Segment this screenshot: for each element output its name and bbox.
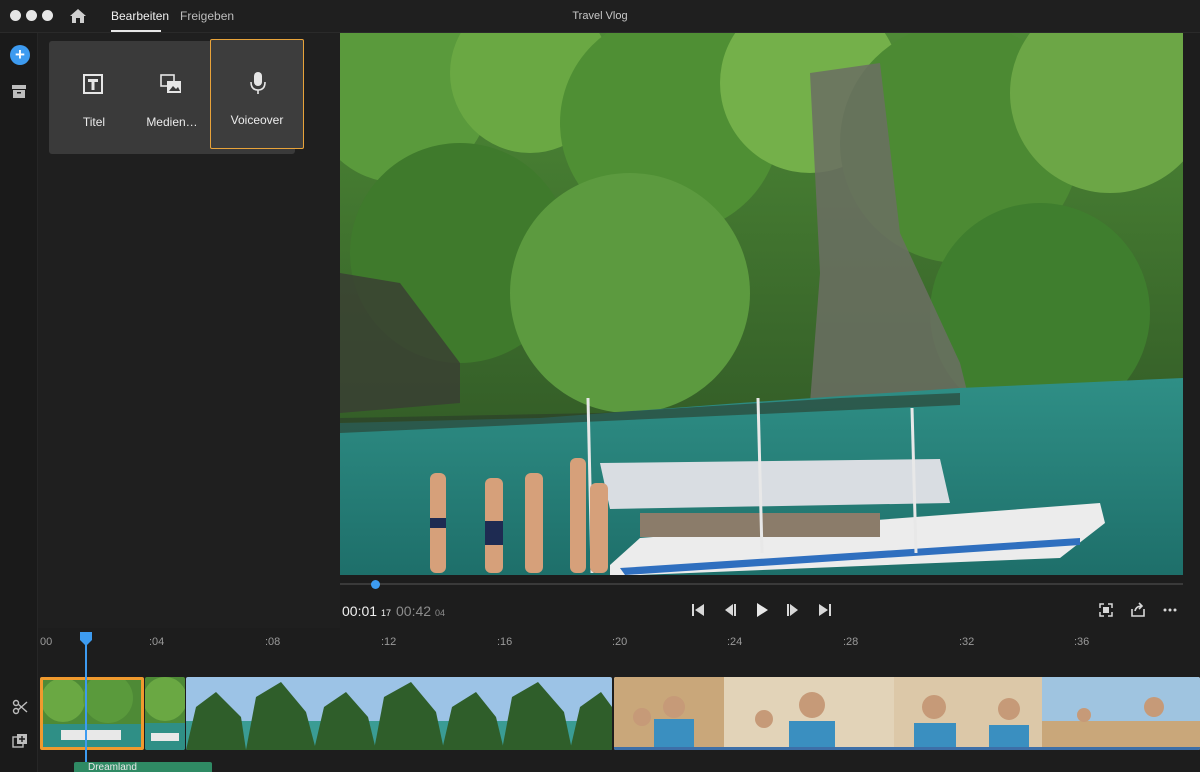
play-icon[interactable] xyxy=(754,602,770,618)
archive-icon[interactable] xyxy=(11,83,27,99)
skip-to-start-icon[interactable] xyxy=(690,602,706,618)
video-track xyxy=(40,677,1200,750)
share-icon[interactable] xyxy=(1130,602,1146,618)
active-tab-indicator xyxy=(111,30,161,32)
media-icon xyxy=(160,74,181,93)
step-forward-icon[interactable] xyxy=(785,602,801,618)
ruler-tick: :16 xyxy=(497,636,513,648)
audio-clip[interactable]: Dreamland xyxy=(74,762,212,772)
ruler-tick: :04 xyxy=(149,636,165,648)
total-timecode: 00:42 04 xyxy=(396,603,445,619)
app-window: Bearbeiten Freigeben Travel Vlog + Titel… xyxy=(0,0,1200,772)
playback-scrubber[interactable] xyxy=(340,583,1183,585)
scrubber-handle[interactable] xyxy=(371,580,380,589)
fit-view-icon[interactable] xyxy=(1098,602,1114,618)
timeline-clip[interactable] xyxy=(614,677,1200,750)
tile-titel[interactable]: Titel xyxy=(55,41,133,154)
audio-clip-label: Dreamland xyxy=(88,762,137,772)
left-rail: + xyxy=(0,33,38,772)
add-button[interactable]: + xyxy=(10,45,30,65)
timeline-clip[interactable] xyxy=(186,677,612,750)
tile-label: Voiceover xyxy=(230,113,284,127)
ruler-tick: :32 xyxy=(959,636,975,648)
ruler-tick: :36 xyxy=(1074,636,1090,648)
clip-thumbnail xyxy=(614,677,1200,750)
clip-thumbnail xyxy=(43,680,141,747)
title-bar: Bearbeiten Freigeben Travel Vlog xyxy=(0,0,1200,33)
add-panel: Titel Medien… Voiceover xyxy=(38,33,340,628)
add-tiles: Titel Medien… Voiceover xyxy=(49,39,304,154)
timeline-clip[interactable] xyxy=(40,677,144,750)
current-timecode: 00:01 17 xyxy=(342,603,391,619)
ruler-tick: :24 xyxy=(727,636,743,648)
skip-to-end-icon[interactable] xyxy=(817,602,833,618)
playhead-line xyxy=(85,644,87,772)
tile-voiceover[interactable]: Voiceover xyxy=(210,39,304,149)
step-back-icon[interactable] xyxy=(722,602,738,618)
tile-label: Medien… xyxy=(146,115,198,129)
window-title: Travel Vlog xyxy=(572,10,628,22)
title-icon xyxy=(83,74,103,94)
timeline-clip[interactable] xyxy=(145,677,185,750)
ruler-tick: :28 xyxy=(843,636,859,648)
ruler-tick: 00 xyxy=(40,636,53,648)
video-preview[interactable] xyxy=(340,33,1183,575)
microphone-icon xyxy=(250,72,266,94)
clip-thumbnail xyxy=(145,677,185,750)
ruler-tick: :20 xyxy=(612,636,628,648)
ruler-tick: :12 xyxy=(381,636,397,648)
video-frame xyxy=(340,33,1183,575)
clip-thumbnail xyxy=(186,677,612,750)
more-options-icon[interactable] xyxy=(1162,602,1178,618)
scissors-icon[interactable] xyxy=(12,699,28,715)
tile-medien[interactable]: Medien… xyxy=(133,41,211,154)
ruler-tick: :08 xyxy=(265,636,281,648)
duplicate-icon[interactable] xyxy=(12,733,28,749)
tile-label: Titel xyxy=(82,115,106,129)
